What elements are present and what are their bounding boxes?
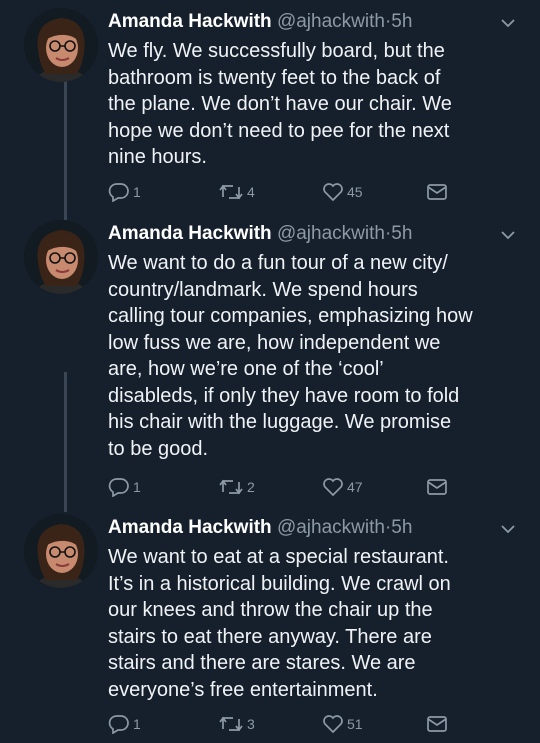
- avatar[interactable]: [24, 514, 98, 588]
- author-handle[interactable]: @ajhackwith: [277, 11, 385, 32]
- envelope-icon: [426, 715, 448, 733]
- tweet-text-line: to be good.: [108, 437, 209, 460]
- heart-icon: [322, 714, 344, 734]
- retweet-button[interactable]: 2: [218, 475, 255, 499]
- tweet-text-line: hope we don’t need to pee for the next: [108, 119, 450, 142]
- avatar[interactable]: [24, 8, 98, 82]
- tweet-text-line: our knees and throw the chair up the: [108, 599, 433, 621]
- tweet-text-line: everyone’s free entertainment.: [108, 678, 378, 701]
- reply-icon: [108, 714, 130, 734]
- tweet-text-line: calling tour companies, emphasizing how: [108, 305, 473, 327]
- tweet-text-line: country/landmark. We spend hours: [108, 278, 418, 301]
- retweet-button[interactable]: 4: [218, 180, 255, 204]
- tweet-text-line: We want to do a fun tour of a new city/: [108, 252, 448, 274]
- tweet-actions: 1 4 45: [108, 180, 468, 204]
- tweet-actions: 1 2 47: [108, 475, 468, 499]
- reply-icon: [108, 477, 130, 497]
- heart-icon: [322, 477, 344, 497]
- heart-icon: [322, 182, 344, 202]
- message-button[interactable]: [426, 475, 448, 499]
- chevron-down-icon[interactable]: [500, 16, 516, 28]
- tweet-text-line: the plane. We don’t have our chair. We: [108, 93, 452, 115]
- retweet-button[interactable]: 3: [218, 712, 255, 736]
- tweet-text-line: It’s in a historical building. We crawl …: [108, 572, 451, 595]
- tweet[interactable]: Amanda Hackwith @ajhackwith·5h We fly. W…: [0, 8, 540, 208]
- chevron-down-icon[interactable]: [500, 522, 516, 534]
- tweet[interactable]: Amanda Hackwith @ajhackwith·5h We want t…: [0, 220, 540, 500]
- timestamp[interactable]: 5h: [391, 517, 412, 538]
- tweet-header: Amanda Hackwith @ajhackwith·5h: [108, 516, 412, 540]
- tweet-header: Amanda Hackwith @ajhackwith·5h: [108, 10, 412, 34]
- tweet-text: We fly. We successfully board, but the b…: [108, 38, 528, 171]
- envelope-icon: [426, 478, 448, 496]
- tweet-text-line: are, how we’re one of the ‘cool’: [108, 358, 384, 380]
- timestamp[interactable]: 5h: [391, 223, 412, 244]
- author-handle[interactable]: @ajhackwith: [277, 223, 385, 244]
- author-handle[interactable]: @ajhackwith: [277, 517, 385, 538]
- retweet-count: 4: [247, 184, 255, 200]
- like-count: 45: [347, 184, 363, 200]
- author-name[interactable]: Amanda Hackwith: [108, 11, 272, 32]
- like-button[interactable]: 45: [322, 180, 363, 204]
- retweet-icon: [218, 714, 244, 734]
- reply-button[interactable]: 1: [108, 180, 141, 204]
- chevron-down-icon[interactable]: [500, 228, 516, 240]
- retweet-count: 2: [247, 479, 255, 495]
- like-button[interactable]: 51: [322, 712, 363, 736]
- tweet-text-line: low fuss we are, how independent we: [108, 331, 441, 354]
- retweet-count: 3: [247, 716, 255, 732]
- tweet-text-line: We want to eat at a special restaurant.: [108, 546, 449, 568]
- tweet-text-line: nine hours.: [108, 146, 207, 168]
- reply-count: 1: [133, 716, 141, 732]
- author-name[interactable]: Amanda Hackwith: [108, 223, 272, 244]
- tweet[interactable]: Amanda Hackwith @ajhackwith·5h We want t…: [0, 514, 540, 743]
- retweet-icon: [218, 182, 244, 202]
- avatar[interactable]: [24, 220, 98, 294]
- tweet-text: We want to eat at a special restaurant. …: [108, 544, 528, 703]
- tweet-text-line: We fly. We successfully board, but the: [108, 40, 445, 62]
- reply-button[interactable]: 1: [108, 712, 141, 736]
- retweet-icon: [218, 477, 244, 497]
- reply-count: 1: [133, 184, 141, 200]
- timestamp[interactable]: 5h: [391, 11, 412, 32]
- tweet-text-line: his chair with the luggage. We promise: [108, 411, 452, 433]
- like-count: 47: [347, 479, 363, 495]
- tweet-header: Amanda Hackwith @ajhackwith·5h: [108, 222, 412, 246]
- tweet-text-line: disableds, if only they have room to fol…: [108, 384, 460, 407]
- reply-button[interactable]: 1: [108, 475, 141, 499]
- tweet-text-line: bathroom is twenty feet to the back of: [108, 66, 441, 89]
- reply-count: 1: [133, 479, 141, 495]
- like-button[interactable]: 47: [322, 475, 363, 499]
- tweet-actions: 1 3 51: [108, 712, 468, 736]
- envelope-icon: [426, 183, 448, 201]
- author-name[interactable]: Amanda Hackwith: [108, 517, 272, 538]
- reply-icon: [108, 182, 130, 202]
- message-button[interactable]: [426, 712, 448, 736]
- message-button[interactable]: [426, 180, 448, 204]
- tweet-text-line: stairs to eat there anyway. There are: [108, 625, 432, 648]
- like-count: 51: [347, 716, 363, 732]
- tweet-text-line: stairs and there are stares. We are: [108, 652, 416, 674]
- tweet-text: We want to do a fun tour of a new city/ …: [108, 250, 528, 462]
